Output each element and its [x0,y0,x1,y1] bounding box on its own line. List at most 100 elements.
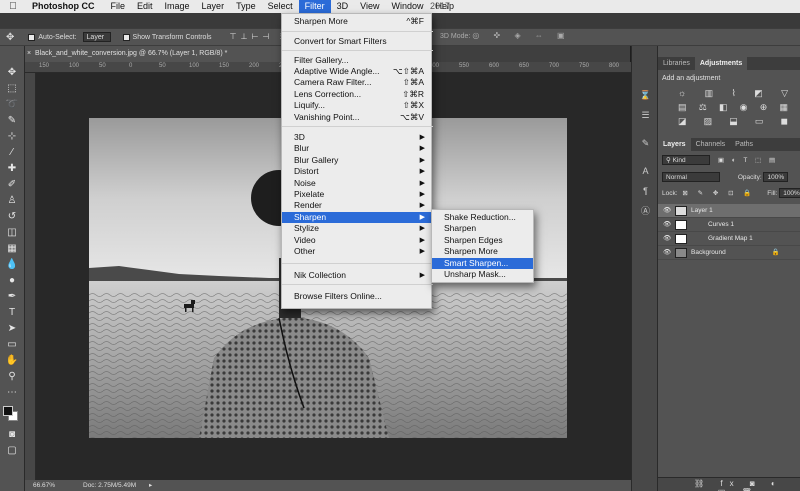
menu-filter[interactable]: Filter [298,0,331,13]
filter-menu-item[interactable]: Filter Gallery... [282,55,431,66]
menu-window[interactable]: Window [385,0,429,13]
color-balance-icon[interactable]: ⚖ [699,102,707,113]
levels-icon[interactable]: ▥ [705,88,714,99]
document-tab[interactable]: Black_and_white_conversion.jpg @ 66.7% (… [25,46,285,62]
filter-menu-item[interactable]: Nik Collection ▶ [282,270,431,281]
close-tab-icon[interactable]: × [27,46,31,62]
menu-file[interactable]: File [105,0,132,13]
zoom-level[interactable]: 66.67% [33,480,55,491]
paragraph-icon[interactable]: ¶ [639,186,652,197]
tab-channels[interactable]: Channels [691,138,731,151]
eye-icon[interactable]: 👁 [663,204,671,218]
selective-color-icon[interactable]: ◼ [781,116,788,127]
filter-icons[interactable]: ▣ ◐ T ⬚ ▤ [718,157,778,164]
brush-settings-icon[interactable]: ✎ [639,138,652,149]
move-tool-icon[interactable]: ✥ [6,32,14,43]
app-menu[interactable]: Photoshop CC [26,0,105,13]
blend-mode-dropdown[interactable]: Normal [662,172,720,182]
rectangle-tool-icon[interactable]: ▭ [5,338,19,351]
lock-icons[interactable]: ⊠ ✎ ✥ ⊡ 🔒 [682,190,755,197]
posterize-icon[interactable]: ▨ [704,116,713,127]
color-swatches-icon[interactable] [3,406,19,422]
filter-menu-item[interactable]: Other ▶ [282,246,431,257]
history-brush-icon[interactable]: ↺ [5,210,19,223]
filter-menu-item[interactable]: Sharpen ▶ [282,212,431,224]
auto-select-checkbox[interactable] [28,33,36,41]
vibrance-icon[interactable]: ▽ [781,88,788,99]
exposure-icon[interactable]: ◩ [754,88,763,99]
lasso-tool-icon[interactable]: ➰ [5,98,19,111]
eyedropper-tool-icon[interactable]: ⁄ [5,146,19,159]
filter-menu-item[interactable]: Vanishing Point... ⌥⌘V [282,112,431,123]
curves-icon[interactable]: ⌇ [731,88,735,99]
menu-image[interactable]: Image [159,0,196,13]
sharpen-menu-item[interactable]: Unsharp Mask... [432,269,533,280]
filter-menu-item[interactable]: Noise ▶ [282,178,431,189]
channel-mixer-icon[interactable]: ⊕ [760,102,768,113]
path-select-icon[interactable]: ➤ [5,322,19,335]
filter-menu-item[interactable]: Sharpen More ^⌘F [282,16,431,27]
zoom-tool-icon[interactable]: ⚲ [5,370,19,383]
brush-tool-icon[interactable]: ✐ [5,178,19,191]
hand-tool-icon[interactable]: ✋ [5,354,19,367]
layer-row-layer1[interactable]: 👁 Layer 1 [658,204,800,218]
3d-mode-icons[interactable]: ◎ ✜ ◈ ⇔ ▣ [472,31,570,40]
dodge-tool-icon[interactable]: ● [5,274,19,287]
character-icon[interactable]: A [639,166,652,177]
marquee-tool-icon[interactable]: ⬚ [5,82,19,95]
filter-menu-item[interactable]: Convert for Smart Filters [282,36,431,47]
filter-menu-item[interactable]: Stylize ▶ [282,223,431,234]
filter-menu-item[interactable]: 3D ▶ [282,132,431,143]
clone-stamp-icon[interactable]: ♙ [5,194,19,207]
filter-menu-item[interactable]: Blur Gallery ▶ [282,155,431,166]
sharpen-menu-item[interactable]: Sharpen More [432,246,533,257]
gradient-tool-icon[interactable]: ▦ [5,242,19,255]
filter-menu-item[interactable]: Camera Raw Filter... ⇧⌘A [282,77,431,88]
type-tool-icon[interactable]: T [5,306,19,319]
color-lookup-icon[interactable]: ▦ [779,102,788,113]
menu-select[interactable]: Select [262,0,299,13]
filter-menu-item[interactable]: Distort ▶ [282,166,431,177]
opacity-input[interactable]: 100% [763,172,789,182]
filter-menu-item[interactable]: Render ▶ [282,200,431,211]
auto-select-dropdown[interactable]: Layer [82,32,111,42]
brightness-icon[interactable]: ☼ [678,88,686,99]
bw-icon[interactable]: ◧ [719,102,728,113]
filter-menu-item[interactable]: Blur ▶ [282,143,431,154]
layer-row-background[interactable]: 👁 Background 🔒 [658,246,800,260]
sharpen-menu-item[interactable]: Sharpen Edges [432,235,533,246]
layer-row-gradient-map[interactable]: 👁 Gradient Map 1 [658,232,800,246]
history-icon[interactable]: ⌛ [639,90,652,101]
menu-3d[interactable]: 3D [331,0,355,13]
glyphs-icon[interactable]: Ⓐ [639,206,652,217]
fill-input[interactable]: 100% [779,188,800,198]
crop-tool-icon[interactable]: ⊹ [5,130,19,143]
filter-menu-item[interactable]: Lens Correction... ⇧⌘R [282,89,431,100]
menu-edit[interactable]: Edit [131,0,159,13]
more-tools-icon[interactable]: ⋯ [5,386,19,399]
status-arrow-icon[interactable]: ▸ [149,480,152,491]
apple-icon[interactable]:  [0,1,26,12]
pen-tool-icon[interactable]: ✒ [5,290,19,303]
healing-brush-icon[interactable]: ✚ [5,162,19,175]
photo-filter-icon[interactable]: ◉ [740,102,748,113]
eye-icon[interactable]: 👁 [663,232,671,246]
quick-select-tool-icon[interactable]: ✎ [5,114,19,127]
menu-view[interactable]: View [354,0,385,13]
filter-menu-item[interactable]: Video ▶ [282,235,431,246]
tab-adjustments[interactable]: Adjustments [694,57,748,70]
filter-menu-item[interactable]: Browse Filters Online... [282,291,431,302]
quick-mask-icon[interactable]: ◙ [5,428,19,441]
menu-layer[interactable]: Layer [196,0,231,13]
filter-menu-item[interactable]: Adaptive Wide Angle... ⌥⇧⌘A [282,66,431,77]
screen-mode-icon[interactable]: ▢ [5,444,19,457]
show-transform-option[interactable]: Show Transform Controls [122,33,212,41]
filter-menu-item[interactable]: Liquify... ⇧⌘X [282,100,431,111]
hue-sat-icon[interactable]: ▤ [678,102,687,113]
eye-icon[interactable]: 👁 [663,218,671,232]
blur-tool-icon[interactable]: 💧 [5,258,19,271]
sharpen-menu-item[interactable]: Shake Reduction... [432,212,533,223]
threshold-icon[interactable]: ⬓ [729,116,738,127]
show-transform-checkbox[interactable] [122,33,130,41]
menu-type[interactable]: Type [230,0,262,13]
